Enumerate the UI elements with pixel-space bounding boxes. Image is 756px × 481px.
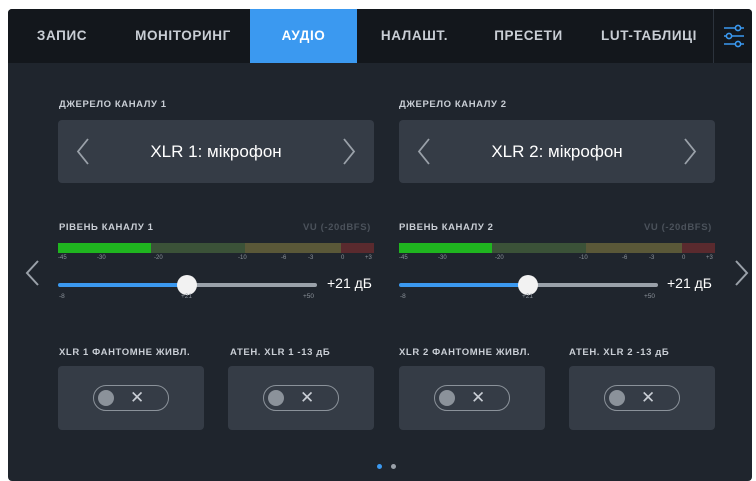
meter-tick: +3 [365, 255, 372, 261]
slider-fill [58, 283, 188, 287]
meter-tick: -3 [308, 255, 314, 261]
toggle-knob [268, 389, 284, 406]
meter-green-zone [151, 243, 245, 253]
meter-fill [399, 243, 492, 253]
meter-tick: -10 [238, 255, 247, 261]
channel-1-meter-scale: VU (-20dBFS) [303, 222, 371, 233]
meter-tick: -30 [97, 255, 106, 261]
channel-1-phantom-label: XLR 1 ФАНТОМНЕ ЖИВЛ. [59, 347, 191, 358]
channel-1-source-selector[interactable]: XLR 1: мікрофон [58, 120, 374, 183]
meter-green-zone [492, 243, 586, 253]
meter-tick: -6 [281, 255, 287, 261]
channel-2-atten-toggle[interactable]: ✕ [604, 385, 680, 411]
meter-fill [58, 243, 151, 253]
channel-2-phantom-toggle[interactable]: ✕ [434, 385, 510, 411]
channel-2-phantom-toggle-box: ✕ [399, 366, 545, 430]
channel-2-meter-scale: VU (-20dBFS) [644, 222, 712, 233]
toggle-knob [439, 389, 455, 406]
tab-record[interactable]: ЗАПИС [8, 9, 116, 63]
slider-mid-label: +21 [522, 293, 534, 300]
meter-red-zone [341, 243, 374, 253]
channel-2-phantom-label: XLR 2 ФАНТОМНЕ ЖИВЛ. [399, 347, 531, 358]
meter-tick: -20 [495, 255, 504, 261]
toggle-off-icon: ✕ [300, 388, 315, 407]
chevron-right-icon[interactable] [682, 138, 698, 165]
channel-2-level-meter: -45 -30 -20 -10 -6 -3 0 +3 [399, 243, 715, 261]
channel-1-source-value: XLR 1: мікрофон [150, 142, 282, 161]
channel-1-phantom-toggle[interactable]: ✕ [93, 385, 169, 411]
channel-1-atten-toggle-box: ✕ [228, 366, 374, 430]
toggle-knob [609, 389, 625, 406]
meter-tick: -45 [58, 255, 67, 261]
meter-tick: -6 [622, 255, 628, 261]
channel-1-level-meter: -45 -30 -20 -10 -6 -3 0 +3 [58, 243, 374, 261]
channel-1-level-value: +21 дБ [327, 275, 372, 291]
tab-setup[interactable]: НАЛАШТ. [357, 9, 472, 63]
meter-tick: 0 [341, 255, 345, 261]
meter-tick: -10 [579, 255, 588, 261]
tab-presets[interactable]: ПРЕСЕТИ [472, 9, 585, 63]
channel-1-phantom-toggle-box: ✕ [58, 366, 204, 430]
slider-min-label: -8 [400, 293, 406, 300]
toggle-off-icon: ✕ [641, 388, 656, 407]
toggle-off-icon: ✕ [130, 388, 145, 407]
slider-max-label: +50 [303, 293, 315, 300]
slider-fill [399, 283, 529, 287]
channel-2-source-label: ДЖЕРЕЛО КАНАЛУ 2 [399, 99, 507, 110]
channel-1-level-label: РІВЕНЬ КАНАЛУ 1 [59, 222, 154, 233]
audio-settings-screen: ЗАПИС МОНІТОРИНГ АУДІО НАЛАШТ. ПРЕСЕТИ L… [8, 9, 752, 481]
tab-monitoring[interactable]: МОНІТОРИНГ [116, 9, 250, 63]
meter-yellow-zone [245, 243, 341, 253]
meter-yellow-zone [586, 243, 682, 253]
page-indicator-dot-active[interactable] [377, 464, 382, 469]
tab-bar: ЗАПИС МОНІТОРИНГ АУДІО НАЛАШТ. ПРЕСЕТИ L… [8, 9, 752, 63]
channel-2-source-selector[interactable]: XLR 2: мікрофон [399, 120, 715, 183]
chevron-right-icon[interactable] [341, 138, 357, 165]
channel-1-atten-label: АТЕН. XLR 1 -13 дБ [230, 347, 331, 358]
tab-luts[interactable]: LUT-ТАБЛИЦІ [585, 9, 713, 63]
meter-tick: -3 [649, 255, 655, 261]
slider-min-label: -8 [59, 293, 65, 300]
channel-2-level-label: РІВЕНЬ КАНАЛУ 2 [399, 222, 494, 233]
meter-tick: 0 [682, 255, 686, 261]
meter-red-zone [682, 243, 715, 253]
channel-2-atten-label: АТЕН. XLR 2 -13 дБ [569, 347, 670, 358]
slider-knob[interactable] [177, 275, 197, 295]
channel-2-source-value: XLR 2: мікрофон [491, 142, 623, 161]
channel-2-atten-toggle-box: ✕ [569, 366, 715, 430]
meter-tick: -45 [399, 255, 408, 261]
slider-track [188, 283, 317, 287]
meter-tick: +3 [706, 255, 713, 261]
sliders-icon [724, 24, 744, 48]
channel-2-level-value: +21 дБ [667, 275, 712, 291]
slider-mid-label: +21 [181, 293, 193, 300]
tab-audio[interactable]: АУДІО [250, 9, 357, 63]
next-page-arrow-icon[interactable] [732, 259, 750, 287]
slider-max-label: +50 [644, 293, 656, 300]
channel-1-source-label: ДЖЕРЕЛО КАНАЛУ 1 [59, 99, 167, 110]
meter-tick: -30 [438, 255, 447, 261]
menu-button[interactable] [713, 9, 752, 63]
meter-tick: -20 [154, 255, 163, 261]
slider-knob[interactable] [518, 275, 538, 295]
page-indicator-dot[interactable] [391, 464, 396, 469]
toggle-knob [98, 389, 114, 406]
channel-1-atten-toggle[interactable]: ✕ [263, 385, 339, 411]
prev-page-arrow-icon[interactable] [24, 259, 42, 287]
slider-track [529, 283, 658, 287]
toggle-off-icon: ✕ [471, 388, 486, 407]
